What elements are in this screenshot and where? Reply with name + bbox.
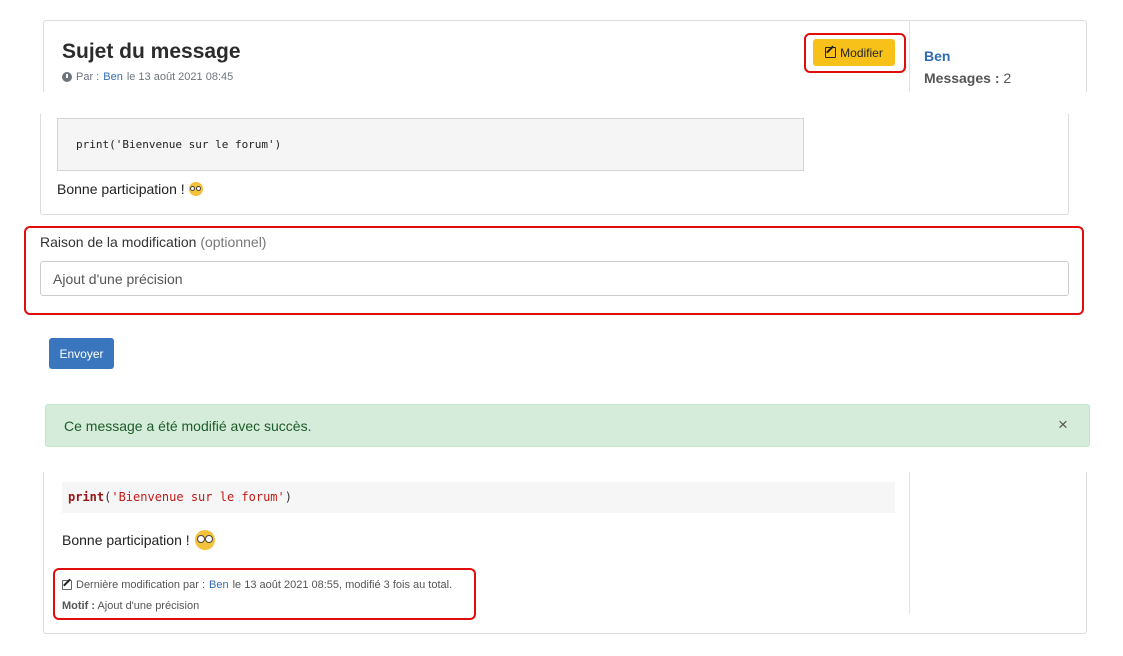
alert-message: Ce message a été modifié avec succès. xyxy=(64,418,312,434)
code-close-paren: ) xyxy=(284,490,292,504)
highlight-last-modification xyxy=(53,568,476,620)
messages-label: Messages : xyxy=(924,70,1000,86)
code-string: 'Bienvenue sur le forum' xyxy=(111,490,285,504)
meta-prefix: Par : xyxy=(76,71,100,83)
result-sidebar-divider xyxy=(909,472,910,614)
close-icon[interactable]: × xyxy=(1055,416,1071,433)
result-code-text: print('Bienvenue sur le forum') xyxy=(68,490,292,504)
nerd-face-icon xyxy=(188,182,203,196)
code-keyword: print xyxy=(68,490,105,504)
highlight-reason-field xyxy=(24,226,1084,315)
result-message-text: Bonne participation ! xyxy=(62,530,215,550)
sidebar-divider xyxy=(909,20,910,92)
post-subject: Sujet du message xyxy=(62,40,241,63)
send-button[interactable]: Envoyer xyxy=(49,338,114,369)
result-text: Bonne participation ! xyxy=(62,532,190,548)
editor-text: Bonne participation ! xyxy=(57,181,185,197)
nerd-face-icon xyxy=(194,530,215,550)
editor-code-text: print('Bienvenue sur le forum') xyxy=(76,138,282,151)
sidebar-message-count: Messages : 2 xyxy=(924,70,1011,86)
highlight-modify-button xyxy=(804,33,906,73)
messages-count: 2 xyxy=(1003,70,1012,86)
sidebar-author-link[interactable]: Ben xyxy=(924,48,950,64)
meta-author-link[interactable]: Ben xyxy=(103,71,123,83)
editor-message-text: Bonne participation ! xyxy=(57,181,203,197)
clock-icon xyxy=(62,72,72,82)
meta-date: le 13 août 2021 08:45 xyxy=(126,71,234,83)
post-meta: Par : Ben le 13 août 2021 08:45 xyxy=(62,71,233,83)
